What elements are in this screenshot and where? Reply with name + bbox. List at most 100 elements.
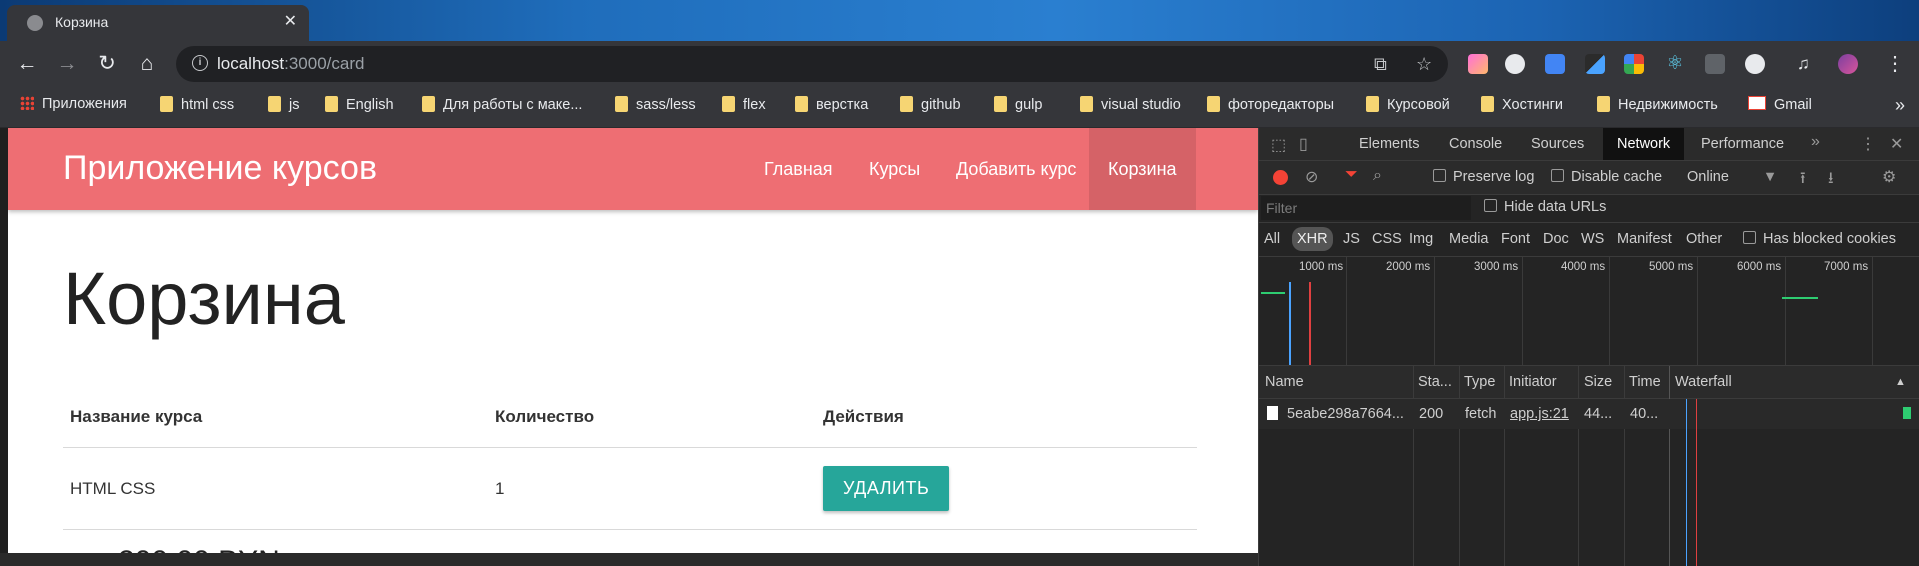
bookmark-item[interactable]: visual studio [1080,96,1181,113]
filter-css[interactable]: CSS [1372,231,1402,247]
bookmark-item[interactable]: gulp [994,96,1042,113]
bookmark-item[interactable]: Недвижимость [1597,96,1718,113]
waterfall-bar [1903,407,1911,419]
devtools-menu-icon[interactable]: ⋮ [1860,134,1876,154]
tab-elements[interactable]: Elements [1359,136,1419,152]
filter-manifest[interactable]: Manifest [1617,231,1672,247]
folder-icon [160,96,173,112]
hide-data-urls-checkbox[interactable]: Hide data URLs [1484,199,1606,215]
filter-all[interactable]: All [1264,231,1280,247]
bookmark-item[interactable]: html css [160,96,234,113]
sort-ascending-icon[interactable]: ▲ [1895,376,1906,388]
column-name[interactable]: Name [1265,374,1304,390]
column-time[interactable]: Time [1629,374,1661,390]
filter-icon[interactable]: ⏷ [1345,166,1358,184]
url-text: localhost:3000/card [217,54,365,73]
request-name[interactable]: 5eabe298a7664... [1267,406,1411,422]
avatar[interactable] [1838,54,1858,74]
gear-icon[interactable]: ⚙ [1882,167,1896,187]
more-tabs-icon[interactable]: » [1811,133,1820,151]
filter-img[interactable]: Img [1409,231,1433,247]
inspect-icon[interactable]: ⬚ [1271,135,1286,155]
disable-cache-checkbox[interactable]: Disable cache [1551,169,1662,185]
picker-extension-icon[interactable] [1585,54,1605,74]
tab-console[interactable]: Console [1449,136,1502,152]
device-toolbar-icon[interactable]: ▯ [1299,134,1308,154]
tab-sources[interactable]: Sources [1531,136,1584,152]
nav-link-home[interactable]: Главная [745,128,852,210]
reload-icon[interactable]: ↻ [93,50,121,78]
extension-grid-icon[interactable] [1705,54,1725,74]
bookmark-item[interactable]: верстка [795,96,868,113]
bookmark-item[interactable]: Курсовой [1366,96,1450,113]
filter-media[interactable]: Media [1449,231,1489,247]
forward-icon[interactable]: → [53,50,81,78]
bookmark-item[interactable]: English [325,96,394,113]
home-icon[interactable]: ⌂ [133,50,161,78]
bookmark-item[interactable]: sass/less [615,96,696,113]
bookmark-item[interactable]: Хостинги [1481,96,1563,113]
filter-js[interactable]: JS [1343,231,1360,247]
star-icon[interactable]: ☆ [1416,54,1432,75]
translate-icon[interactable]: ⧉ [1374,54,1387,75]
address-bar[interactable]: i localhost:3000/card ⧉ ☆ [176,46,1448,82]
filter-input[interactable]: Filter [1261,196,1471,220]
checkbox-icon [1433,169,1446,182]
browser-tab[interactable]: Корзина ✕ [7,5,309,41]
folder-icon [722,96,735,112]
delete-button[interactable]: УДАЛИТЬ [823,466,950,511]
request-bar [1261,292,1285,294]
tab-performance[interactable]: Performance [1701,136,1784,152]
filter-font[interactable]: Font [1501,231,1530,247]
nav-link-courses[interactable]: Курсы [850,128,939,210]
bookmark-item[interactable]: Для работы с маке... [422,96,582,113]
search-icon[interactable]: ⌕ [1373,167,1382,185]
throttling-select[interactable]: Online ▼ [1687,169,1777,185]
import-har-icon[interactable]: ⭱ [1800,167,1806,194]
clear-icon[interactable]: ⊘ [1305,167,1318,187]
preserve-log-checkbox[interactable]: Preserve log [1433,169,1534,185]
filter-doc[interactable]: Doc [1543,231,1569,247]
menu-icon[interactable]: ⋮ [1885,51,1905,76]
chat-extension-icon[interactable] [1505,54,1525,74]
close-devtools-icon[interactable]: ✕ [1890,134,1903,154]
bookmark-item[interactable]: flex [722,96,766,113]
extension-icon[interactable] [1468,54,1488,74]
request-size: 44... [1584,406,1613,422]
nav-link-cart[interactable]: Корзина [1089,128,1196,210]
bookmark-item[interactable]: github [900,96,961,113]
column-initiator[interactable]: Initiator [1509,374,1557,390]
bookmark-item[interactable]: фоторедакторы [1207,96,1334,113]
chevron-down-icon: ▼ [1762,169,1778,185]
export-har-icon[interactable]: ⭳ [1828,167,1834,194]
translate-extension-icon[interactable] [1545,54,1565,74]
bookmark-gmail[interactable]: Gmail [1748,96,1812,113]
bookmark-item[interactable]: js [268,96,299,113]
site-brand[interactable]: Приложение курсов [63,149,377,188]
column-waterfall[interactable]: Waterfall [1675,374,1732,390]
column-status[interactable]: Sta... [1418,374,1452,390]
record-icon[interactable] [1273,170,1288,185]
filter-ws[interactable]: WS [1581,231,1604,247]
folder-icon [795,96,808,112]
has-blocked-cookies-checkbox[interactable]: Has blocked cookies [1743,231,1896,247]
close-icon[interactable]: ✕ [284,11,297,31]
table-row[interactable]: 5eabe298a7664... 200 fetch app.js:21 44.… [1259,399,1919,429]
filter-xhr[interactable]: XHR [1292,227,1333,251]
circle-extension-icon[interactable] [1745,54,1765,74]
folder-icon [1597,96,1610,112]
apps-extension-icon[interactable] [1624,54,1644,74]
media-icon[interactable]: ♫ [1797,54,1817,74]
filter-other[interactable]: Other [1686,231,1722,247]
nav-link-add-course[interactable]: Добавить курс [937,128,1095,210]
request-initiator-link[interactable]: app.js:21 [1510,406,1569,422]
info-icon[interactable]: i [192,55,208,71]
bookmark-apps[interactable]: Приложения [20,96,127,112]
column-type[interactable]: Type [1464,374,1495,390]
chevron-right-icon[interactable]: » [1895,95,1905,116]
back-icon[interactable]: ← [13,50,41,78]
react-icon[interactable]: ⚛ [1665,54,1685,74]
column-size[interactable]: Size [1584,374,1612,390]
column-separator [1578,366,1579,566]
tab-network[interactable]: Network [1603,128,1685,160]
